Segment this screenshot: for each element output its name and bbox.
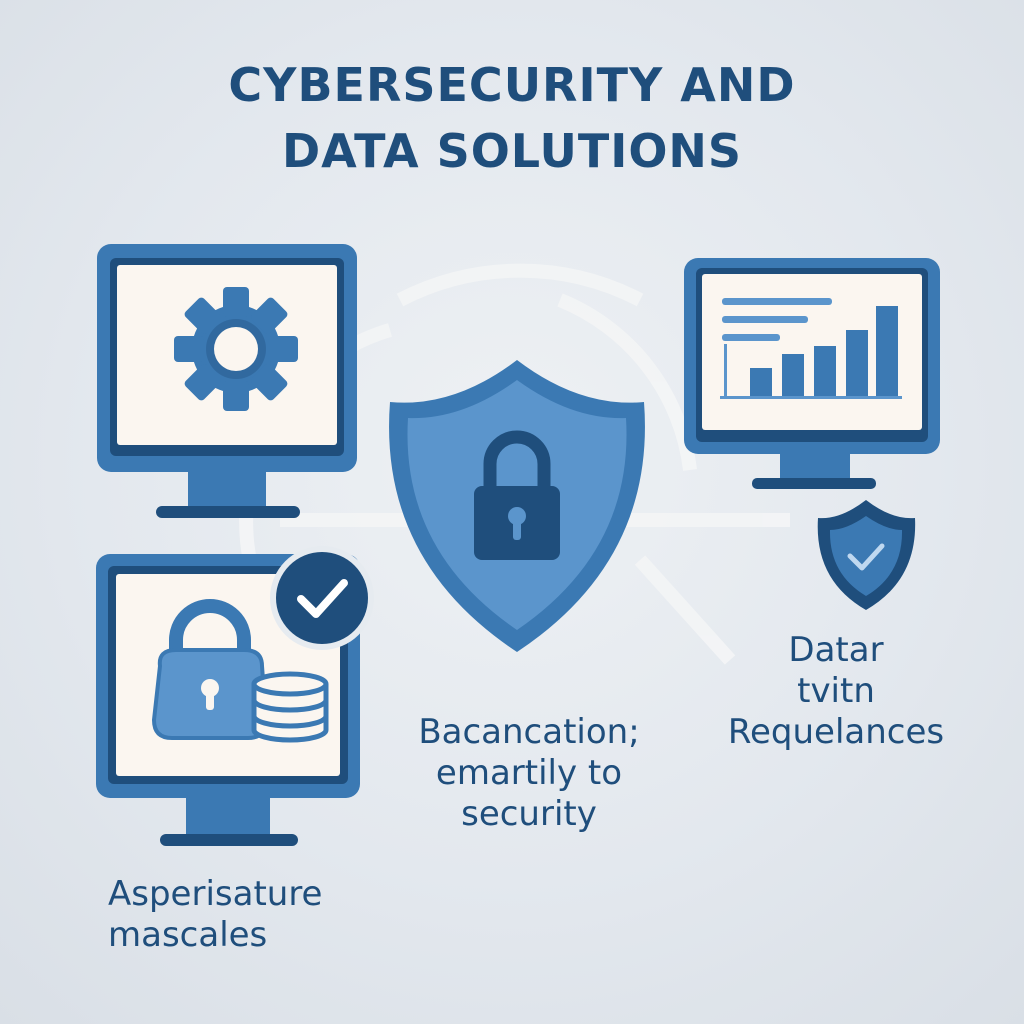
database-icon — [251, 671, 329, 743]
caption-left: Asperisature mascales — [108, 874, 408, 956]
monitor-gear — [97, 244, 357, 518]
caption-middle-line: Bacancation; — [418, 712, 640, 752]
caption-right-line: Requelances — [727, 712, 945, 752]
caption-right-line: tvitn — [797, 671, 875, 711]
caption-middle-line: security — [461, 794, 597, 834]
caption-left-line: mascales — [108, 915, 268, 955]
caption-right: Datar tvitn Requelances — [706, 630, 966, 753]
checkmark-badge-icon — [270, 546, 374, 650]
illustration — [96, 244, 940, 846]
small-shield-check-icon — [817, 500, 916, 610]
gear-icon — [174, 287, 298, 411]
caption-middle-line: emartily to — [435, 753, 623, 793]
monitor-chart — [684, 258, 940, 489]
caption-right-line: Datar — [788, 630, 884, 670]
caption-middle: Bacancation; emartily to security — [394, 712, 664, 835]
monitor-padlock — [96, 546, 374, 846]
shield-lock-icon — [389, 360, 645, 652]
caption-left-line: Asperisature — [108, 874, 323, 914]
